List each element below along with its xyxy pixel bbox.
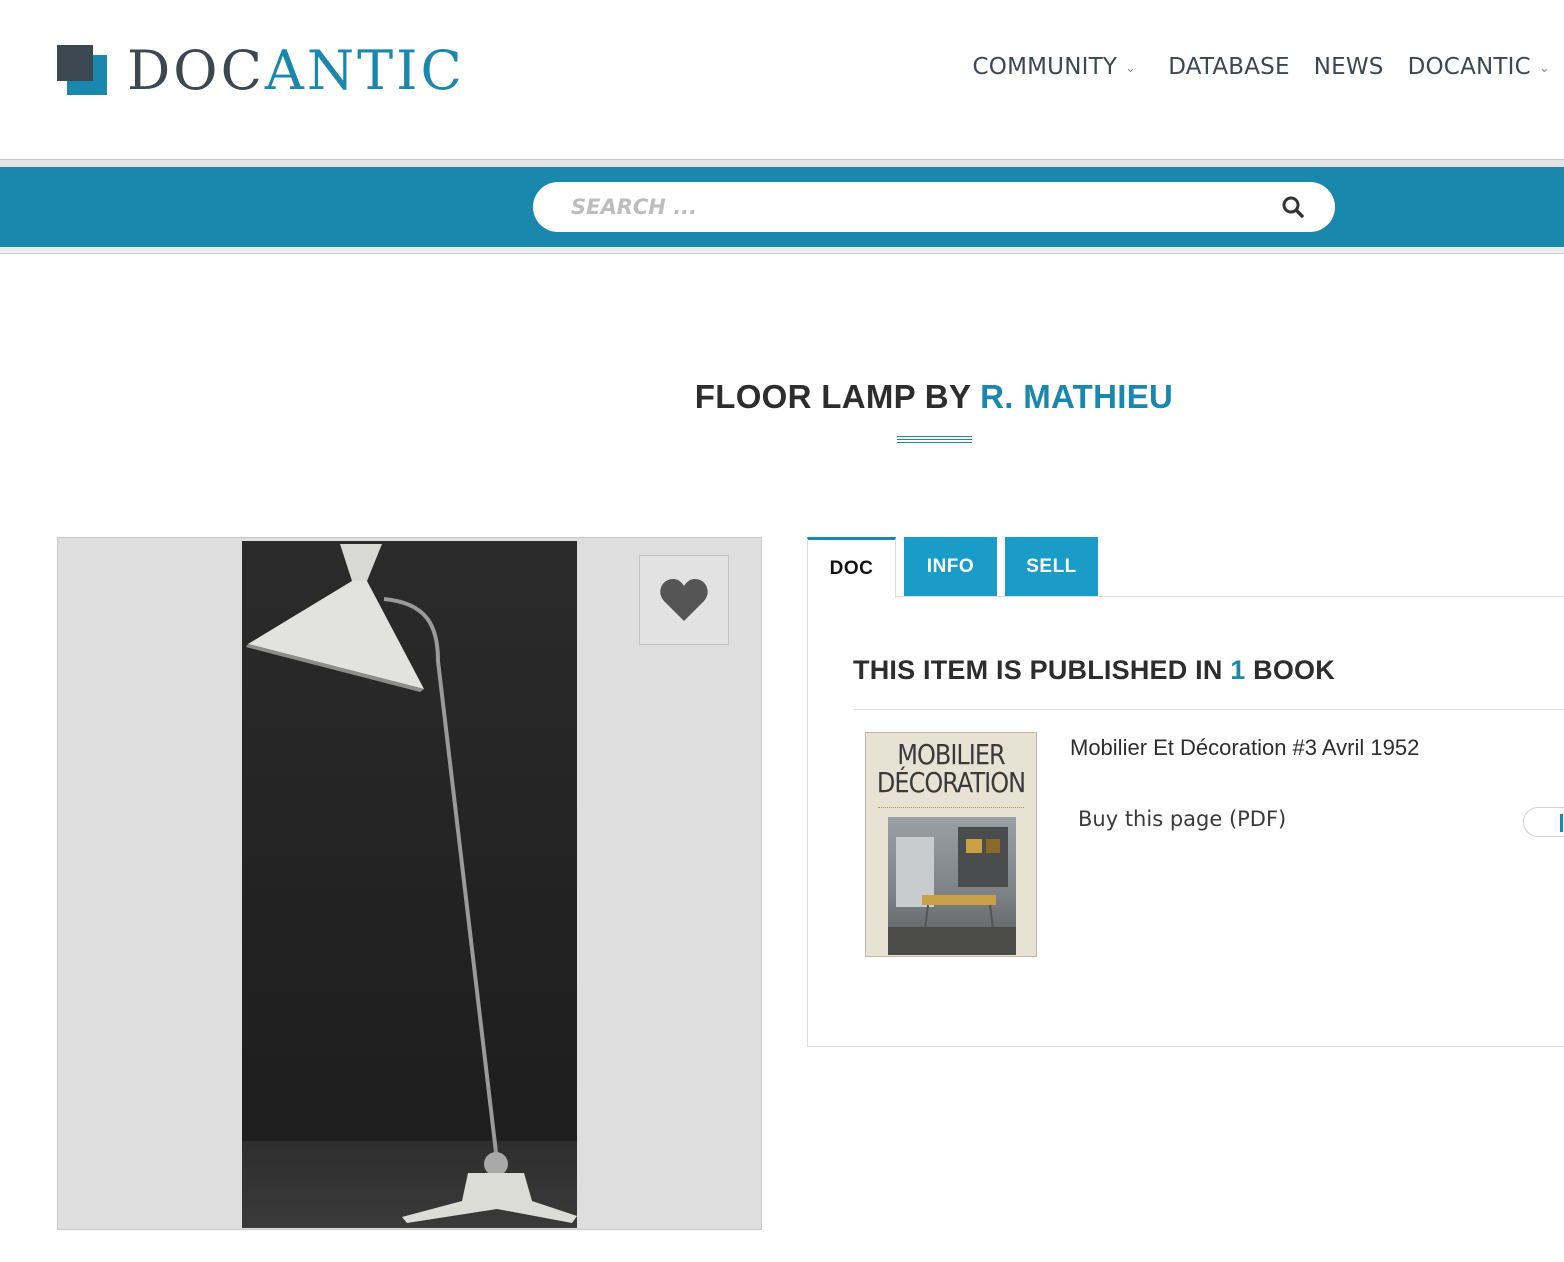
title-divider xyxy=(897,436,972,443)
nav-item-label: DOCANTIC xyxy=(1407,54,1531,80)
tab-doc[interactable]: DOC xyxy=(807,537,896,598)
item-image-panel xyxy=(57,537,762,1230)
heart-icon xyxy=(660,579,708,621)
item-tabs: DOC INFO SELL xyxy=(807,537,1098,598)
floor-lamp-image xyxy=(242,541,577,1228)
book-cover-subtitle xyxy=(878,807,1024,810)
search-form xyxy=(533,182,1335,232)
book-cover-photo xyxy=(888,817,1016,955)
publications-heading-prefix: THIS ITEM IS PUBLISHED IN xyxy=(853,655,1223,685)
nav-item-label: DATABASE xyxy=(1168,54,1290,80)
book-title-link[interactable]: Mobilier Et Décoration #3 Avril 1952 xyxy=(1070,735,1419,761)
nav-item-label: NEWS xyxy=(1313,54,1384,80)
search-input[interactable] xyxy=(533,182,1265,232)
nav-item-news[interactable]: NEWS xyxy=(1314,54,1384,80)
nav-item-community[interactable]: COMMUNITY ⌄ xyxy=(973,54,1137,80)
nav-item-docantic[interactable]: DOCANTIC ⌄ xyxy=(1408,54,1550,80)
site-logo[interactable]: DOCANTIC xyxy=(57,44,465,98)
nav-item-database[interactable]: DATABASE xyxy=(1168,54,1290,80)
page-title-prefix: FLOOR LAMP BY xyxy=(694,378,971,415)
search-icon xyxy=(1282,196,1304,218)
publication-count: 1 xyxy=(1230,655,1246,685)
tab-info[interactable]: INFO xyxy=(904,537,997,596)
doc-tab-panel: THIS ITEM IS PUBLISHED IN 1 BOOK MOBILIE… xyxy=(807,596,1564,1047)
search-button[interactable] xyxy=(1265,182,1321,232)
publications-heading-suffix: BOOK xyxy=(1253,655,1335,685)
publications-divider xyxy=(853,709,1564,710)
buy-page-label: Buy this page (PDF) xyxy=(1078,807,1287,831)
chevron-down-icon: ⌄ xyxy=(1125,60,1137,76)
favorite-button[interactable] xyxy=(639,555,729,645)
buy-page-toggle[interactable] xyxy=(1523,807,1564,837)
main-nav: COMMUNITY ⌄ DATABASE NEWS DOCANTIC ⌄ xyxy=(949,54,1550,80)
item-photo[interactable] xyxy=(242,541,577,1228)
search-band-bottom-border xyxy=(0,247,1564,254)
book-cover-title-line2: DÉCORATION xyxy=(876,766,1026,800)
logo-wordmark: DOCANTIC xyxy=(127,39,465,102)
book-cover[interactable]: MOBILIER DÉCORATION xyxy=(865,732,1037,957)
publications-heading: THIS ITEM IS PUBLISHED IN 1 BOOK xyxy=(853,655,1335,686)
page-title: FLOOR LAMP BY R. MATHIEU xyxy=(0,378,1564,416)
logo-mark-icon xyxy=(57,45,109,97)
tab-sell[interactable]: SELL xyxy=(1005,537,1098,596)
site-header: DOCANTIC COMMUNITY ⌄ DATABASE NEWS DOCAN… xyxy=(0,0,1564,160)
nav-item-label: COMMUNITY xyxy=(972,54,1118,80)
search-band-top-border xyxy=(0,159,1564,167)
chevron-down-icon: ⌄ xyxy=(1538,60,1550,76)
designer-link[interactable]: R. MATHIEU xyxy=(980,378,1173,415)
